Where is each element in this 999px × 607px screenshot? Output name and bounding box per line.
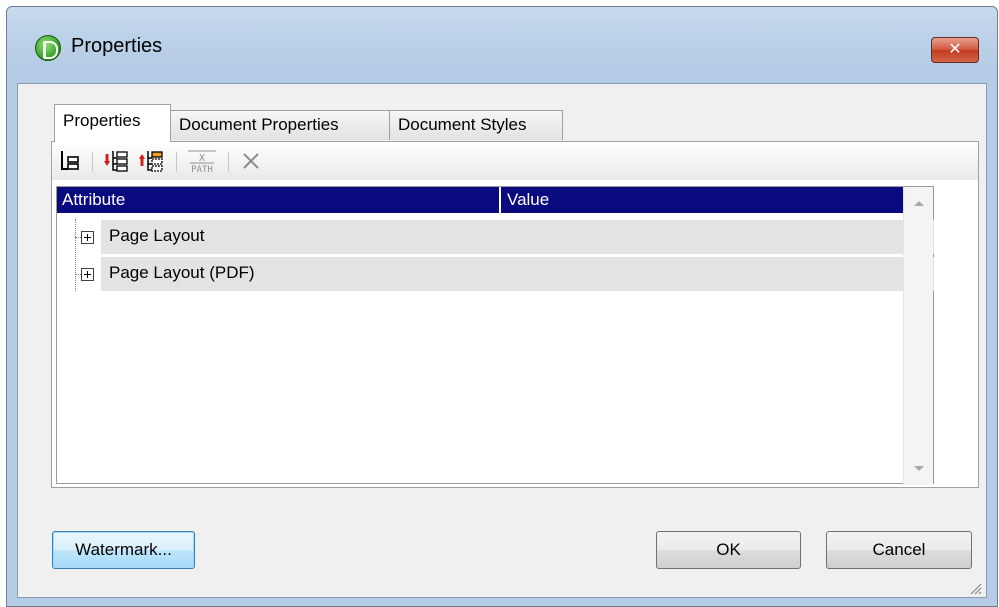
expand-page-layout-icon[interactable]	[81, 231, 94, 244]
close-button[interactable]: ✕	[931, 37, 979, 63]
tab-properties[interactable]: Properties	[54, 104, 171, 142]
row-label: Page Layout (PDF)	[109, 263, 255, 282]
xpath-label-top: X	[199, 153, 205, 164]
delete-icon[interactable]	[236, 148, 266, 174]
toolbar-separator	[92, 152, 93, 172]
toolbar-separator	[176, 152, 177, 172]
column-header-attribute[interactable]: Attribute	[62, 190, 125, 210]
expand-page-layout-pdf-icon[interactable]	[81, 268, 94, 281]
toolbar: X PATH	[52, 142, 978, 180]
app-logo-icon	[35, 35, 61, 61]
column-divider[interactable]	[499, 187, 501, 213]
grid-row-page-layout-pdf[interactable]: Page Layout (PDF)	[101, 257, 934, 291]
attribute-grid: Attribute Value Page Layout Page Layout …	[56, 186, 934, 485]
tree-line	[75, 219, 76, 291]
tab-document-styles[interactable]: Document Styles	[389, 110, 563, 140]
xpath-label-bottom: PATH	[191, 165, 213, 174]
title-bar[interactable]: Properties ✕	[7, 7, 997, 77]
tree-view-icon[interactable]	[56, 148, 84, 174]
grid-row-page-layout[interactable]: Page Layout	[101, 220, 934, 254]
scroll-down-icon[interactable]	[914, 466, 924, 471]
ok-button[interactable]: OK	[656, 531, 801, 569]
toolbar-separator	[228, 152, 229, 172]
cancel-button[interactable]: Cancel	[826, 531, 972, 569]
watermark-button[interactable]: Watermark...	[52, 531, 195, 569]
grid-header: Attribute Value	[57, 187, 933, 213]
row-label: Page Layout	[109, 226, 205, 245]
vertical-scrollbar[interactable]	[903, 187, 933, 485]
xpath-icon[interactable]: X PATH	[184, 148, 220, 174]
add-child-icon[interactable]	[101, 148, 133, 174]
resize-grip-icon[interactable]	[968, 581, 982, 595]
dialog-client-area: Properties Document Properties Document …	[17, 83, 987, 598]
column-header-value[interactable]: Value	[507, 190, 549, 210]
properties-panel: X PATH Attribute Value Page Layout Page …	[51, 141, 979, 488]
properties-dialog: Properties ✕ Properties Document Propert…	[6, 6, 998, 607]
window-title: Properties	[71, 35, 163, 57]
scroll-up-icon[interactable]	[914, 201, 924, 206]
add-sibling-icon[interactable]	[136, 148, 168, 174]
tab-document-properties[interactable]: Document Properties	[170, 110, 390, 140]
